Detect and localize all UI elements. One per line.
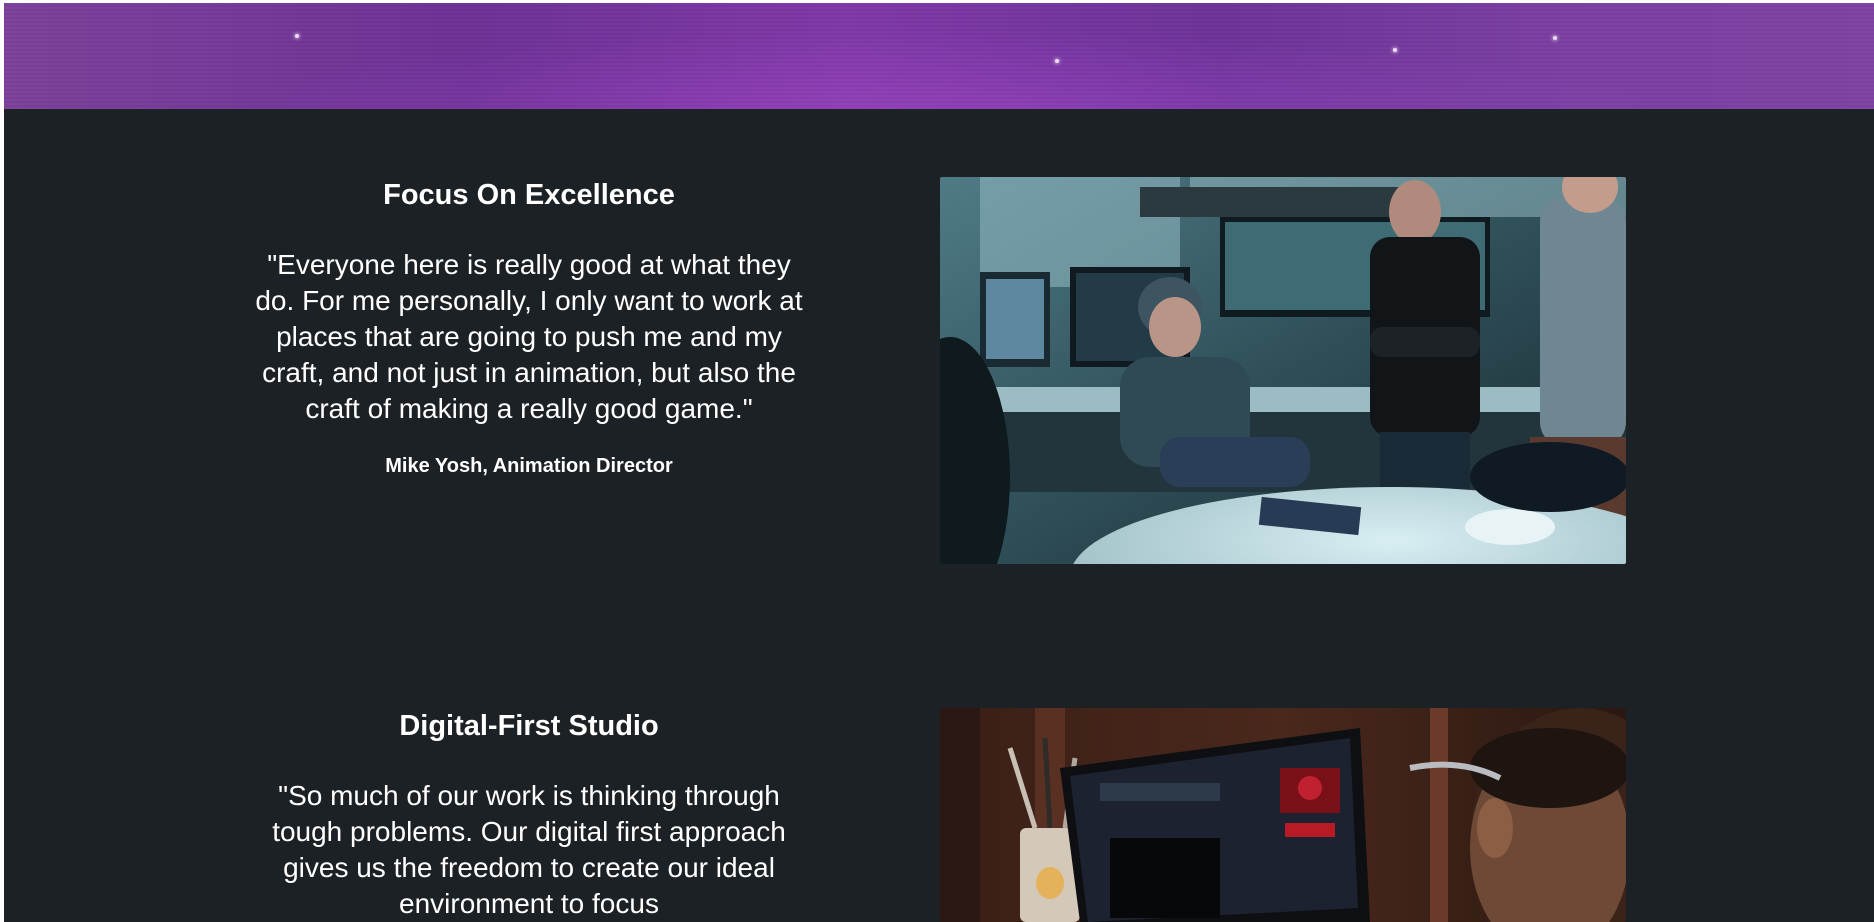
section-heading: Focus On Excellence [383,179,675,211]
testimonial-quote: "Everyone here is really good at what th… [255,249,803,424]
hero-banner [4,3,1874,109]
laptop-workspace-illustration [940,708,1626,922]
feature-section-digital-first: Digital-First Studio "So much of our wor… [4,708,1874,922]
banner-star [1553,36,1557,40]
page: Focus On Excellence "Everyone here is re… [4,3,1874,922]
section-heading: Digital-First Studio [399,710,659,742]
team-meeting-photo [940,177,1626,564]
team-meeting-illustration [940,177,1626,564]
testimonial-quote: "So much of our work is thinking through… [272,780,786,919]
laptop-workspace-photo [940,708,1626,922]
banner-star [1393,48,1397,52]
feature-text: Focus On Excellence "Everyone here is re… [234,177,824,478]
feature-text: Digital-First Studio "So much of our wor… [234,708,824,922]
banner-star [295,34,299,38]
feature-section-excellence: Focus On Excellence "Everyone here is re… [4,177,1874,577]
testimonial-author: Mike Yosh, Animation Director [385,455,673,477]
banner-star [1055,59,1059,63]
